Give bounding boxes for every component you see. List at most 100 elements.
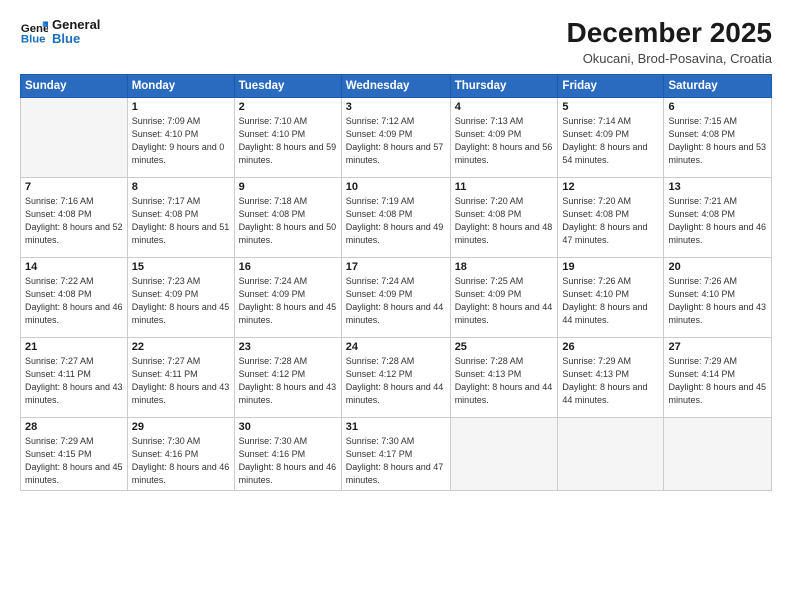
day-number: 17 bbox=[346, 261, 446, 273]
month-title: December 2025 bbox=[567, 18, 772, 49]
day-number: 15 bbox=[132, 261, 230, 273]
calendar-table: SundayMondayTuesdayWednesdayThursdayFrid… bbox=[20, 74, 772, 491]
day-number: 26 bbox=[562, 341, 659, 353]
day-number: 22 bbox=[132, 341, 230, 353]
calendar-cell: 19Sunrise: 7:26 AMSunset: 4:10 PMDayligh… bbox=[558, 257, 664, 337]
calendar-cell: 31Sunrise: 7:30 AMSunset: 4:17 PMDayligh… bbox=[341, 417, 450, 490]
day-number: 7 bbox=[25, 181, 123, 193]
calendar-cell: 26 Sunrise: 7:29 AMSunset: 4:13 PMDayligh… bbox=[558, 337, 664, 417]
week-row-3: 14 Sunrise: 7:22 AMSunset: 4:08 PMDayligh… bbox=[21, 257, 772, 337]
day-info: Sunrise: 7:26 AMSunset: 4:10 PMDaylight:… bbox=[668, 275, 767, 327]
day-number: 21 bbox=[25, 341, 123, 353]
day-info: Sunrise: 7:30 AMSunset: 4:16 PMDaylight:… bbox=[132, 435, 230, 487]
week-row-1: 1Sunrise: 7:09 AMSunset: 4:10 PMDaylight… bbox=[21, 97, 772, 177]
location: Okucani, Brod-Posavina, Croatia bbox=[567, 51, 772, 66]
logo-blue: Blue bbox=[52, 32, 100, 46]
logo: General Blue General Blue bbox=[20, 18, 100, 47]
weekday-header-wednesday: Wednesday bbox=[341, 74, 450, 97]
day-number: 19 bbox=[562, 261, 659, 273]
day-number: 25 bbox=[455, 341, 554, 353]
day-number: 11 bbox=[455, 181, 554, 193]
weekday-header-row: SundayMondayTuesdayWednesdayThursdayFrid… bbox=[21, 74, 772, 97]
day-number: 23 bbox=[239, 341, 337, 353]
day-info: Sunrise: 7:29 AMSunset: 4:13 PMDaylight:… bbox=[562, 355, 659, 407]
calendar-cell: 1Sunrise: 7:09 AMSunset: 4:10 PMDaylight… bbox=[127, 97, 234, 177]
day-info: Sunrise: 7:27 AMSunset: 4:11 PMDaylight:… bbox=[25, 355, 123, 407]
calendar-cell: 7 Sunrise: 7:16 AMSunset: 4:08 PMDaylight… bbox=[21, 177, 128, 257]
day-info: Sunrise: 7:21 AMSunset: 4:08 PMDaylight:… bbox=[668, 195, 767, 247]
day-number: 3 bbox=[346, 101, 446, 113]
calendar-cell bbox=[450, 417, 558, 490]
day-number: 4 bbox=[455, 101, 554, 113]
day-info: Sunrise: 7:20 AMSunset: 4:08 PMDaylight:… bbox=[455, 195, 554, 247]
day-info: Sunrise: 7:18 AMSunset: 4:08 PMDaylight:… bbox=[239, 195, 337, 247]
svg-text:Blue: Blue bbox=[21, 34, 46, 46]
title-block: December 2025 Okucani, Brod-Posavina, Cr… bbox=[567, 18, 772, 66]
day-info: Sunrise: 7:29 AMSunset: 4:15 PMDaylight:… bbox=[25, 435, 123, 487]
day-number: 20 bbox=[668, 261, 767, 273]
calendar-cell bbox=[21, 97, 128, 177]
calendar-cell bbox=[664, 417, 772, 490]
day-info: Sunrise: 7:13 AMSunset: 4:09 PMDaylight:… bbox=[455, 115, 554, 167]
weekday-header-tuesday: Tuesday bbox=[234, 74, 341, 97]
calendar-cell: 14 Sunrise: 7:22 AMSunset: 4:08 PMDayligh… bbox=[21, 257, 128, 337]
weekday-header-friday: Friday bbox=[558, 74, 664, 97]
day-number: 28 bbox=[25, 421, 123, 433]
day-number: 6 bbox=[668, 101, 767, 113]
day-number: 13 bbox=[668, 181, 767, 193]
day-info: Sunrise: 7:22 AMSunset: 4:08 PMDaylight:… bbox=[25, 275, 123, 327]
page: General Blue General Blue December 2025 … bbox=[0, 0, 792, 612]
day-number: 24 bbox=[346, 341, 446, 353]
day-number: 8 bbox=[132, 181, 230, 193]
calendar-cell: 30 Sunrise: 7:30 AMSunset: 4:16 PMDayligh… bbox=[234, 417, 341, 490]
calendar-cell: 22 Sunrise: 7:27 AMSunset: 4:11 PMDayligh… bbox=[127, 337, 234, 417]
week-row-5: 28 Sunrise: 7:29 AMSunset: 4:15 PMDayligh… bbox=[21, 417, 772, 490]
calendar-cell: 24Sunrise: 7:28 AMSunset: 4:12 PMDayligh… bbox=[341, 337, 450, 417]
day-info: Sunrise: 7:12 AMSunset: 4:09 PMDaylight:… bbox=[346, 115, 446, 167]
day-number: 27 bbox=[668, 341, 767, 353]
day-info: Sunrise: 7:16 AMSunset: 4:08 PMDaylight:… bbox=[25, 195, 123, 247]
weekday-header-thursday: Thursday bbox=[450, 74, 558, 97]
day-number: 5 bbox=[562, 101, 659, 113]
calendar-cell: 4 Sunrise: 7:13 AMSunset: 4:09 PMDaylight… bbox=[450, 97, 558, 177]
day-info: Sunrise: 7:24 AMSunset: 4:09 PMDaylight:… bbox=[239, 275, 337, 327]
calendar-cell: 27 Sunrise: 7:29 AMSunset: 4:14 PMDayligh… bbox=[664, 337, 772, 417]
calendar-cell: 23 Sunrise: 7:28 AMSunset: 4:12 PMDayligh… bbox=[234, 337, 341, 417]
calendar-cell: 9Sunrise: 7:18 AMSunset: 4:08 PMDaylight… bbox=[234, 177, 341, 257]
day-number: 1 bbox=[132, 101, 230, 113]
calendar-cell: 6Sunrise: 7:15 AMSunset: 4:08 PMDaylight… bbox=[664, 97, 772, 177]
calendar-cell bbox=[558, 417, 664, 490]
day-info: Sunrise: 7:17 AMSunset: 4:08 PMDaylight:… bbox=[132, 195, 230, 247]
day-info: Sunrise: 7:14 AMSunset: 4:09 PMDaylight:… bbox=[562, 115, 659, 167]
calendar-cell: 13 Sunrise: 7:21 AMSunset: 4:08 PMDayligh… bbox=[664, 177, 772, 257]
day-info: Sunrise: 7:30 AMSunset: 4:16 PMDaylight:… bbox=[239, 435, 337, 487]
calendar-cell: 29 Sunrise: 7:30 AMSunset: 4:16 PMDayligh… bbox=[127, 417, 234, 490]
weekday-header-saturday: Saturday bbox=[664, 74, 772, 97]
calendar-cell: 3 Sunrise: 7:12 AMSunset: 4:09 PMDaylight… bbox=[341, 97, 450, 177]
calendar-cell: 5 Sunrise: 7:14 AMSunset: 4:09 PMDaylight… bbox=[558, 97, 664, 177]
logo-general: General bbox=[52, 18, 100, 32]
day-number: 10 bbox=[346, 181, 446, 193]
day-number: 29 bbox=[132, 421, 230, 433]
calendar-cell: 16Sunrise: 7:24 AMSunset: 4:09 PMDayligh… bbox=[234, 257, 341, 337]
day-number: 12 bbox=[562, 181, 659, 193]
logo-icon: General Blue bbox=[20, 18, 48, 46]
weekday-header-sunday: Sunday bbox=[21, 74, 128, 97]
day-info: Sunrise: 7:27 AMSunset: 4:11 PMDaylight:… bbox=[132, 355, 230, 407]
week-row-4: 21 Sunrise: 7:27 AMSunset: 4:11 PMDayligh… bbox=[21, 337, 772, 417]
day-number: 14 bbox=[25, 261, 123, 273]
calendar-cell: 25 Sunrise: 7:28 AMSunset: 4:13 PMDayligh… bbox=[450, 337, 558, 417]
calendar-cell: 18Sunrise: 7:25 AMSunset: 4:09 PMDayligh… bbox=[450, 257, 558, 337]
day-info: Sunrise: 7:28 AMSunset: 4:12 PMDaylight:… bbox=[239, 355, 337, 407]
day-number: 2 bbox=[239, 101, 337, 113]
day-info: Sunrise: 7:10 AMSunset: 4:10 PMDaylight:… bbox=[239, 115, 337, 167]
calendar-cell: 8 Sunrise: 7:17 AMSunset: 4:08 PMDaylight… bbox=[127, 177, 234, 257]
day-info: Sunrise: 7:29 AMSunset: 4:14 PMDaylight:… bbox=[668, 355, 767, 407]
calendar-cell: 15Sunrise: 7:23 AMSunset: 4:09 PMDayligh… bbox=[127, 257, 234, 337]
calendar-cell: 21 Sunrise: 7:27 AMSunset: 4:11 PMDayligh… bbox=[21, 337, 128, 417]
day-number: 18 bbox=[455, 261, 554, 273]
day-info: Sunrise: 7:24 AMSunset: 4:09 PMDaylight:… bbox=[346, 275, 446, 327]
day-info: Sunrise: 7:28 AMSunset: 4:13 PMDaylight:… bbox=[455, 355, 554, 407]
day-number: 30 bbox=[239, 421, 337, 433]
day-info: Sunrise: 7:20 AMSunset: 4:08 PMDaylight:… bbox=[562, 195, 659, 247]
